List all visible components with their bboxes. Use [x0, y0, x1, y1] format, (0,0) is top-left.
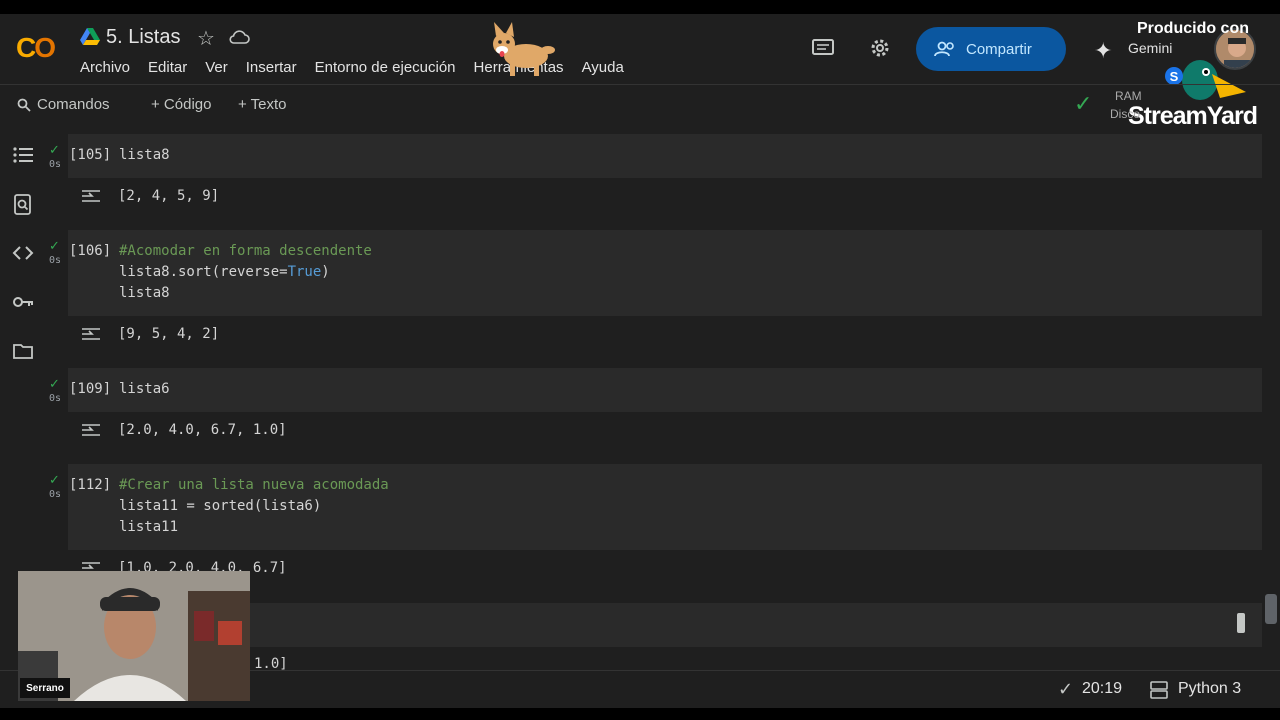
menu-ver[interactable]: Ver — [205, 59, 228, 76]
add-code-button[interactable]: + Código — [151, 96, 211, 113]
code-line: lista8 — [119, 285, 170, 301]
code-keyword: True — [287, 264, 322, 280]
cell-output: [9, 5, 4, 2] — [118, 326, 220, 342]
run-check-icon[interactable]: ✓ — [49, 472, 60, 488]
colab-window: CO 5. Listas ☆ Archivo Editar Ver Insert… — [0, 14, 1280, 708]
output-toggle-icon[interactable] — [80, 188, 102, 204]
code-text: lista8.sort(reverse= — [119, 264, 288, 280]
menu-entorno[interactable]: Entorno de ejecución — [315, 59, 456, 76]
code-line: lista11 = sorted(lista6) — [119, 498, 322, 514]
comment-icon[interactable] — [811, 38, 835, 58]
toc-icon[interactable] — [12, 144, 34, 166]
code-snippets-icon[interactable] — [12, 242, 34, 264]
search-icon — [17, 98, 31, 112]
menu-ayuda[interactable]: Ayuda — [582, 59, 624, 76]
code-text: ) — [321, 264, 330, 280]
drive-icon — [80, 28, 100, 45]
menu-editar[interactable]: Editar — [148, 59, 187, 76]
code-comment: #Crear una lista nueva acomodada — [119, 477, 389, 493]
status-check-icon: ✓ — [1058, 679, 1074, 699]
status-time[interactable]: 20:19 — [1082, 680, 1122, 698]
commands-button[interactable]: Comandos — [37, 96, 110, 113]
add-text-button[interactable]: + Texto — [238, 96, 287, 113]
ram-label[interactable]: RAM — [1115, 89, 1142, 103]
files-folder-icon[interactable] — [12, 340, 34, 362]
disk-label[interactable]: Disco — [1110, 107, 1140, 121]
exec-count: [105] — [69, 147, 112, 163]
scrollbar[interactable] — [1265, 594, 1277, 624]
run-check-icon[interactable]: ✓ — [49, 238, 60, 254]
run-check-icon[interactable]: ✓ — [49, 142, 60, 158]
code-line: lista8 — [119, 147, 170, 163]
run-time: 0s — [49, 159, 62, 170]
exec-count: [112] — [69, 477, 112, 493]
exec-count: [106] — [69, 243, 112, 259]
run-time: 0s — [49, 489, 62, 500]
connected-check-icon: ✓ — [1074, 91, 1093, 116]
notebook-title[interactable]: 5. Listas — [106, 26, 180, 49]
exec-count: [109] — [69, 381, 112, 397]
gemini-sparkle-icon[interactable]: ✦ — [1094, 38, 1112, 64]
output-toggle-icon[interactable] — [80, 422, 102, 438]
menu-archivo[interactable]: Archivo — [80, 59, 130, 76]
code-line: lista6 — [119, 381, 170, 397]
share-button[interactable]: Compartir — [916, 27, 1066, 71]
secrets-key-icon[interactable] — [12, 291, 34, 313]
producido-label: Producido con — [1137, 20, 1249, 37]
code-line: lista11 — [119, 519, 179, 535]
code-line: lista8.sort(reverse=True) — [119, 264, 330, 280]
text-cursor — [1237, 613, 1245, 633]
gear-icon[interactable] — [868, 36, 892, 60]
code-cell[interactable]: [109] lista6 — [68, 368, 1262, 412]
code-cell[interactable]: [106] #Acomodar en forma descendente lis… — [68, 230, 1262, 316]
header: CO 5. Listas ☆ Archivo Editar Ver Insert… — [0, 14, 1280, 130]
menu-insertar[interactable]: Insertar — [246, 59, 297, 76]
run-time: 0s — [49, 255, 62, 266]
corgi-icon — [493, 22, 555, 76]
cloud-icon[interactable] — [228, 28, 250, 46]
run-check-icon[interactable]: ✓ — [49, 376, 60, 392]
code-comment: #Acomodar en forma descendente — [119, 243, 372, 259]
runtime-label[interactable]: Python 3 — [1178, 680, 1241, 698]
svg-text:S: S — [1170, 69, 1179, 84]
runtime-icon — [1150, 681, 1168, 699]
code-cell[interactable]: [112] #Crear una lista nueva acomodada l… — [68, 464, 1262, 550]
share-label: Compartir — [966, 40, 1032, 58]
code-cell[interactable]: [105] lista8 — [68, 134, 1262, 178]
run-time: 0s — [49, 393, 62, 404]
output-toggle-icon[interactable] — [80, 326, 102, 342]
cell-output: [2.0, 4.0, 6.7, 1.0] — [118, 422, 287, 438]
find-replace-icon[interactable] — [12, 193, 34, 215]
toolbar: Comandos + Código + Texto ✓ RAM Disco — [0, 84, 1280, 124]
star-icon[interactable]: ☆ — [197, 26, 215, 51]
cell-output: [2, 4, 5, 9] — [118, 188, 220, 204]
people-icon — [934, 41, 954, 57]
colab-logo[interactable]: CO — [16, 32, 56, 64]
webcam-name-tag: Serrano — [20, 678, 70, 698]
